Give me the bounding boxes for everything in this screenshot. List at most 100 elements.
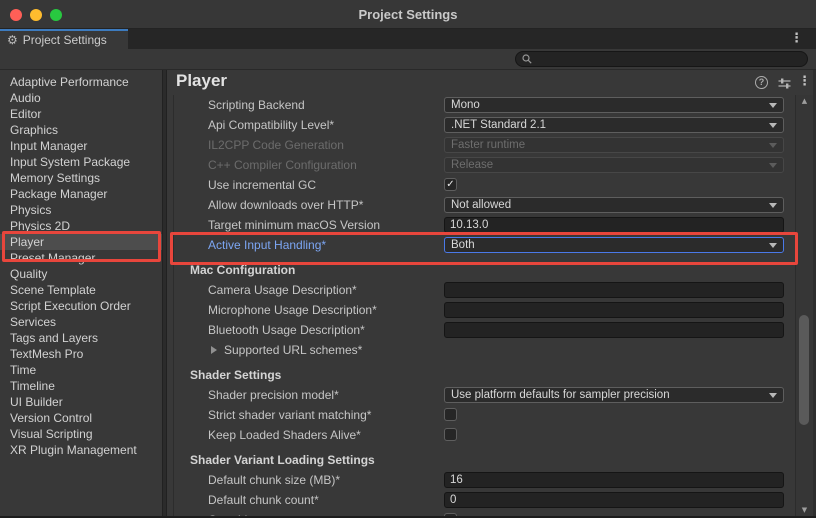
- sidebar-item-package-manager[interactable]: Package Manager: [0, 186, 162, 202]
- settings-rows: Scripting Backend Mono Api Compatibility L…: [167, 95, 795, 516]
- dropdown-value: Not allowed: [451, 199, 765, 211]
- sidebar-item-player[interactable]: Player: [0, 234, 162, 250]
- row-default-chunk-size-mb: Default chunk size (MB)*: [167, 470, 795, 490]
- row-use-incremental-gc: Use incremental GC ✓: [167, 175, 795, 195]
- scroll-up-icon[interactable]: ▲: [796, 97, 813, 105]
- checkbox-control: [444, 407, 784, 423]
- text-control: [444, 322, 784, 338]
- dropdown-arrow-icon: [769, 143, 777, 148]
- dropdown-value: Release: [451, 159, 765, 171]
- sidebar-item-timeline[interactable]: Timeline: [0, 378, 162, 394]
- panel-menu-icon[interactable]: ⋮: [798, 72, 811, 92]
- setting-label: Shader Variant Loading Settings: [190, 453, 375, 467]
- sidebar-item-services[interactable]: Services: [0, 314, 162, 330]
- text-control: [444, 282, 784, 298]
- dropdown-arrow-icon: [769, 243, 777, 248]
- search-input[interactable]: [536, 53, 801, 65]
- row-keep-loaded-shaders-alive: Keep Loaded Shaders Alive*: [167, 425, 795, 445]
- default-chunk-count-field[interactable]: [444, 492, 784, 508]
- sidebar-item-textmesh-pro[interactable]: TextMesh Pro: [0, 346, 162, 362]
- checkbox-control: ✓: [444, 177, 784, 193]
- scrollbar-thumb[interactable]: [799, 315, 809, 425]
- il2cpp-code-generation-dropdown[interactable]: Faster runtime: [444, 137, 784, 153]
- setting-label: Microphone Usage Description*: [208, 303, 377, 317]
- tab-project-settings[interactable]: ⚙ Project Settings: [0, 29, 128, 49]
- vertical-scrollbar[interactable]: ▲ ▼: [795, 95, 813, 516]
- section-shader-variant-loading-settings: Shader Variant Loading Settings: [167, 450, 795, 470]
- keep-loaded-shaders-alive-checkbox[interactable]: [444, 428, 457, 441]
- target-minimum-macos-version-field[interactable]: [444, 217, 784, 233]
- default-chunk-size-mb-field[interactable]: [444, 472, 784, 488]
- scroll-down-icon[interactable]: ▼: [796, 506, 813, 514]
- dropdown-arrow-icon: [769, 203, 777, 208]
- setting-label: Keep Loaded Shaders Alive*: [208, 428, 361, 442]
- setting-label: Shader Settings: [190, 368, 281, 382]
- camera-usage-description-field[interactable]: [444, 282, 784, 298]
- c-compiler-configuration-dropdown[interactable]: Release: [444, 157, 784, 173]
- sidebar-item-ui-builder[interactable]: UI Builder: [0, 394, 162, 410]
- sidebar-item-graphics[interactable]: Graphics: [0, 122, 162, 138]
- setting-label[interactable]: Supported URL schemes*: [224, 343, 362, 357]
- dropdown-value: Use platform defaults for sampler precis…: [451, 389, 765, 401]
- row-allow-downloads-over-http: Allow downloads over HTTP* Not allowed: [167, 195, 795, 215]
- sidebar-item-scene-template[interactable]: Scene Template: [0, 282, 162, 298]
- text-control: [444, 217, 784, 233]
- section-shader-settings: Shader Settings: [167, 365, 795, 385]
- sidebar-item-audio[interactable]: Audio: [0, 90, 162, 106]
- setting-label: Shader precision model*: [208, 388, 339, 402]
- setting-label: Bluetooth Usage Description*: [208, 323, 365, 337]
- sidebar-item-adaptive-performance[interactable]: Adaptive Performance: [0, 74, 162, 90]
- sidebar-item-time[interactable]: Time: [0, 362, 162, 378]
- setting-label: Allow downloads over HTTP*: [208, 198, 363, 212]
- search-icon: [522, 54, 532, 64]
- row-c-compiler-configuration: C++ Compiler ConfigurationRelease: [167, 155, 795, 175]
- sidebar-item-quality[interactable]: Quality: [0, 266, 162, 282]
- sidebar-item-input-system-package[interactable]: Input System Package: [0, 154, 162, 170]
- setting-label: Use incremental GC: [208, 178, 316, 192]
- strict-shader-variant-matching-checkbox[interactable]: [444, 408, 457, 421]
- row-il2cpp-code-generation: IL2CPP Code GenerationFaster runtime: [167, 135, 795, 155]
- setting-label: Active Input Handling*: [208, 238, 326, 252]
- active-input-handling-dropdown[interactable]: Both: [444, 237, 784, 253]
- sidebar-item-version-control[interactable]: Version Control: [0, 410, 162, 426]
- setting-label: Api Compatibility Level*: [208, 118, 334, 132]
- text-control: [444, 472, 784, 488]
- sidebar-item-physics-2d[interactable]: Physics 2D: [0, 218, 162, 234]
- dropdown-arrow-icon: [769, 103, 777, 108]
- dropdown-value: Both: [451, 239, 765, 251]
- setting-label: Default chunk size (MB)*: [208, 473, 340, 487]
- row-supported-url-schemes: Supported URL schemes*: [167, 340, 795, 360]
- setting-label: Scripting Backend: [208, 98, 305, 112]
- shader-precision-model-dropdown[interactable]: Use platform defaults for sampler precis…: [444, 387, 784, 403]
- api-compatibility-level-dropdown[interactable]: .NET Standard 2.1: [444, 117, 784, 133]
- toolbar: [0, 49, 816, 70]
- sidebar-item-script-execution-order[interactable]: Script Execution Order: [0, 298, 162, 314]
- project-settings-window: Project Settings ⚙ Project Settings ⋮ Ad…: [0, 0, 816, 518]
- gear-icon: ⚙: [7, 34, 18, 46]
- sidebar-item-editor[interactable]: Editor: [0, 106, 162, 122]
- sidebar-item-memory-settings[interactable]: Memory Settings: [0, 170, 162, 186]
- row-default-chunk-count: Default chunk count*: [167, 490, 795, 510]
- sidebar-item-input-manager[interactable]: Input Manager: [0, 138, 162, 154]
- dropdown-arrow-icon: [769, 163, 777, 168]
- presets-icon[interactable]: [778, 77, 791, 90]
- player-settings-panel: Player ? ⋮ Scripting Backend Mono Api Comp…: [167, 70, 813, 516]
- scripting-backend-dropdown[interactable]: Mono: [444, 97, 784, 113]
- foldout-arrow-icon[interactable]: [211, 346, 217, 354]
- page-title: Player: [176, 71, 227, 91]
- row-api-compatibility-level: Api Compatibility Level* .NET Standard 2.…: [167, 115, 795, 135]
- tabbar-menu-icon[interactable]: ⋮: [790, 29, 803, 49]
- sidebar-item-xr-plugin-management[interactable]: XR Plugin Management: [0, 442, 162, 458]
- search-box[interactable]: [515, 51, 808, 67]
- settings-category-list: Adaptive PerformanceAudioEditorGraphicsI…: [0, 70, 162, 516]
- bluetooth-usage-description-field[interactable]: [444, 322, 784, 338]
- sidebar-item-tags-and-layers[interactable]: Tags and Layers: [0, 330, 162, 346]
- allow-downloads-over-http-dropdown[interactable]: Not allowed: [444, 197, 784, 213]
- use-incremental-gc-checkbox[interactable]: ✓: [444, 178, 457, 191]
- window-title: Project Settings: [0, 0, 816, 29]
- sidebar-item-physics[interactable]: Physics: [0, 202, 162, 218]
- sidebar-item-visual-scripting[interactable]: Visual Scripting: [0, 426, 162, 442]
- sidebar-item-preset-manager[interactable]: Preset Manager: [0, 250, 162, 266]
- help-icon[interactable]: ?: [755, 76, 768, 89]
- microphone-usage-description-field[interactable]: [444, 302, 784, 318]
